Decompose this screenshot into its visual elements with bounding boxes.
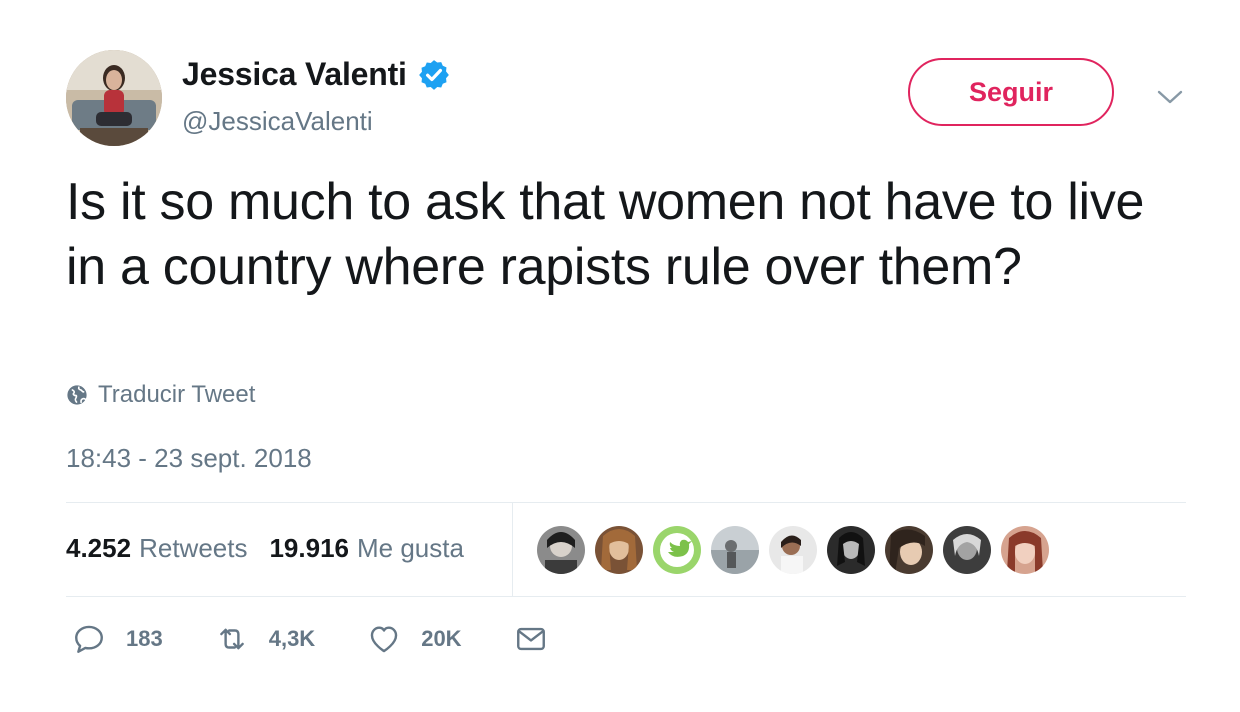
stats-separator [512, 503, 513, 596]
translate-tweet-link[interactable]: Traducir Tweet [66, 381, 255, 409]
liker-avatars [537, 526, 1059, 574]
divider [66, 596, 1186, 597]
translate-label: Traducir Tweet [98, 381, 256, 408]
retweets-label: Retweets [139, 533, 248, 563]
liker-avatar-photo [711, 526, 759, 574]
chevron-down-icon[interactable] [1156, 86, 1184, 108]
retweet-icon [219, 628, 244, 650]
author-display-name[interactable]: Jessica Valenti [182, 56, 451, 93]
liker-avatar[interactable] [711, 526, 759, 574]
likes-count: 19.916 [269, 533, 349, 563]
like-button[interactable]: 20K [367, 622, 462, 656]
liker-avatar[interactable] [1001, 526, 1049, 574]
likes-label: Me gusta [357, 533, 464, 563]
liker-avatar-photo [769, 526, 817, 574]
direct-message-button[interactable] [514, 622, 568, 656]
retweets-count: 4.252 [66, 533, 132, 563]
tweet-actions: 183 4,3K 20K [72, 622, 620, 656]
tweet-stats: 4.252 Retweets 19.916 Me gusta [66, 533, 486, 564]
liker-avatar[interactable] [943, 526, 991, 574]
liker-avatar[interactable] [653, 526, 701, 574]
like-count: 20K [421, 626, 462, 651]
tweet-text: Is it so much to ask that women not have… [66, 173, 1145, 296]
author-name-text: Jessica Valenti [182, 56, 407, 92]
liker-avatar[interactable] [537, 526, 585, 574]
liker-avatar-photo [943, 526, 991, 574]
follow-button[interactable]: Seguir [908, 58, 1114, 126]
liker-avatar[interactable] [769, 526, 817, 574]
retweet-button[interactable]: 4,3K [215, 622, 315, 656]
liker-avatar-photo [885, 526, 933, 574]
retweets-stat[interactable]: 4.252 Retweets [66, 533, 247, 564]
reply-count: 183 [126, 626, 163, 651]
liker-avatar-photo [595, 526, 643, 574]
envelope-icon [516, 627, 545, 651]
liker-avatar-photo [1001, 526, 1049, 574]
heart-icon [370, 626, 398, 653]
globe-icon [67, 385, 87, 405]
profile-photo [66, 50, 162, 146]
author-handle[interactable]: @JessicaValenti [182, 106, 373, 137]
tweet-timestamp[interactable]: 18:43 - 23 sept. 2018 [66, 443, 312, 474]
reply-button[interactable]: 183 [72, 622, 163, 656]
verified-badge-icon [418, 59, 449, 90]
liker-avatar[interactable] [885, 526, 933, 574]
divider [66, 502, 1186, 503]
author-avatar[interactable] [66, 50, 162, 146]
reply-icon [75, 625, 103, 653]
likes-stat[interactable]: 19.916 Me gusta [269, 533, 463, 564]
liker-avatar[interactable] [827, 526, 875, 574]
liker-avatar-photo [653, 526, 701, 574]
liker-avatar-photo [537, 526, 585, 574]
liker-avatar-photo [827, 526, 875, 574]
retweet-count: 4,3K [268, 626, 316, 651]
liker-avatar[interactable] [595, 526, 643, 574]
